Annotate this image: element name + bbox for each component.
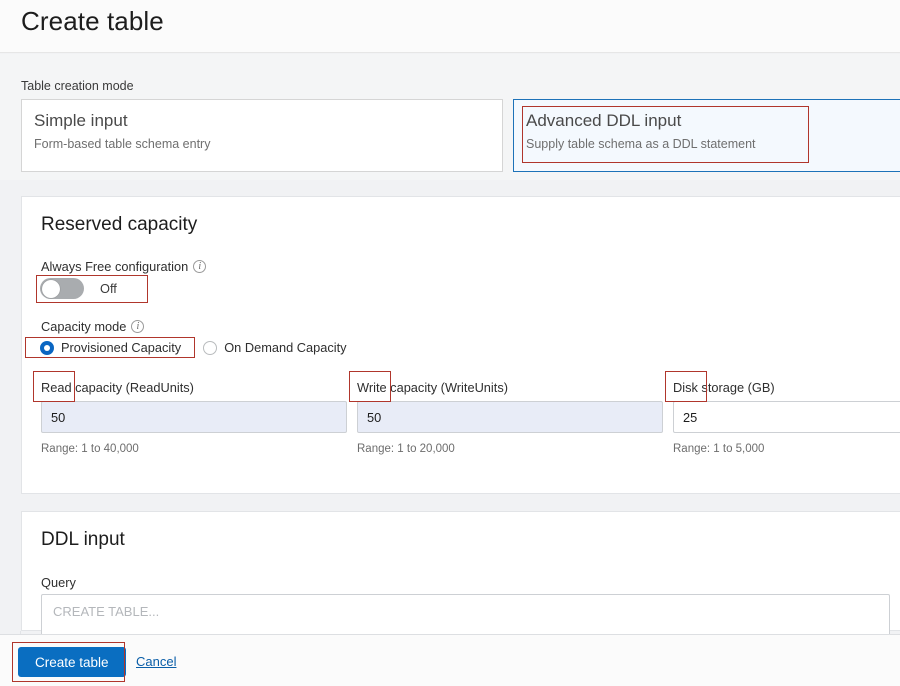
radio-provisioned-capacity[interactable]	[40, 340, 54, 355]
capacity-mode-label-text: Capacity mode	[41, 319, 127, 334]
disk-storage-input[interactable]: 25	[665, 371, 900, 433]
ddl-input-title: DDL input	[41, 529, 125, 550]
ddl-query-placeholder: CREATE TABLE...	[53, 604, 160, 619]
radio-on-demand-capacity-label[interactable]: On Demand Capacity	[224, 340, 346, 355]
mode-tile-advanced-ddl-input-subtitle: Supply table schema as a DDL statement	[526, 137, 756, 151]
write-capacity-hint: Range: 1 to 20,000	[357, 443, 455, 455]
page-header: Create table	[0, 0, 900, 53]
always-free-toggle-row[interactable]: Off	[40, 278, 117, 299]
mode-tile-group: Simple input Form-based table schema ent…	[21, 99, 900, 172]
table-creation-mode-label: Table creation mode	[21, 79, 134, 93]
ddl-query-label: Query	[41, 575, 76, 590]
reserved-capacity-title: Reserved capacity	[41, 214, 198, 235]
always-free-toggle[interactable]	[40, 278, 84, 299]
annotation-box-write-capacity-value	[349, 371, 391, 402]
read-capacity-hint: Range: 1 to 40,000	[41, 443, 139, 455]
mode-tile-simple-input-title: Simple input	[34, 111, 128, 130]
annotation-box-read-capacity-value	[33, 371, 75, 402]
page-title: Create table	[21, 6, 164, 36]
radio-on-demand-capacity[interactable]	[203, 340, 218, 355]
radio-provisioned-capacity-label[interactable]: Provisioned Capacity	[61, 340, 181, 355]
mode-tile-simple-input-subtitle: Form-based table schema entry	[34, 137, 211, 151]
capacity-mode-radio-group: Provisioned Capacity On Demand Capacity	[40, 340, 369, 355]
mode-tile-advanced-ddl-input-title: Advanced DDL input	[526, 111, 682, 130]
table-creation-mode-section: Table creation mode Simple input Form-ba…	[0, 54, 900, 180]
create-table-button[interactable]: Create table	[18, 647, 126, 677]
mode-tile-simple-input[interactable]: Simple input Form-based table schema ent…	[21, 99, 503, 172]
read-capacity-group: Read capacity (ReadUnits) 50 Range: 1 to…	[33, 371, 347, 455]
disk-storage-label: Disk storage (GB)	[673, 380, 775, 395]
disk-storage-hint: Range: 1 to 5,000	[673, 443, 765, 455]
cancel-link[interactable]: Cancel	[136, 654, 176, 669]
write-capacity-group: Write capacity (WriteUnits) 50 Range: 1 …	[349, 371, 663, 455]
read-capacity-label: Read capacity (ReadUnits)	[41, 380, 194, 395]
disk-storage-group: Disk storage (GB) 25 Range: 1 to 5,000	[665, 371, 900, 455]
info-icon-always-free[interactable]	[193, 259, 207, 274]
always-free-toggle-state: Off	[100, 281, 117, 296]
always-free-configuration-label-text: Always Free configuration	[41, 259, 189, 274]
read-capacity-input[interactable]: 50	[33, 371, 347, 433]
always-free-configuration-label: Always Free configuration	[41, 259, 207, 274]
write-capacity-value: 50	[367, 409, 382, 425]
disk-storage-value: 25	[683, 409, 698, 425]
mode-tile-advanced-ddl-input[interactable]: Advanced DDL input Supply table schema a…	[513, 99, 900, 172]
annotation-box-disk-storage-value	[665, 371, 707, 402]
create-table-page: Create table Table creation mode Simple …	[0, 0, 900, 686]
write-capacity-label: Write capacity (WriteUnits)	[357, 380, 508, 395]
toggle-knob	[41, 279, 60, 298]
read-capacity-value: 50	[51, 409, 66, 425]
form-footer: Create table Cancel	[0, 634, 900, 686]
write-capacity-input[interactable]: 50	[349, 371, 663, 433]
info-icon-capacity-mode[interactable]	[131, 319, 145, 334]
capacity-mode-label: Capacity mode	[41, 319, 145, 334]
